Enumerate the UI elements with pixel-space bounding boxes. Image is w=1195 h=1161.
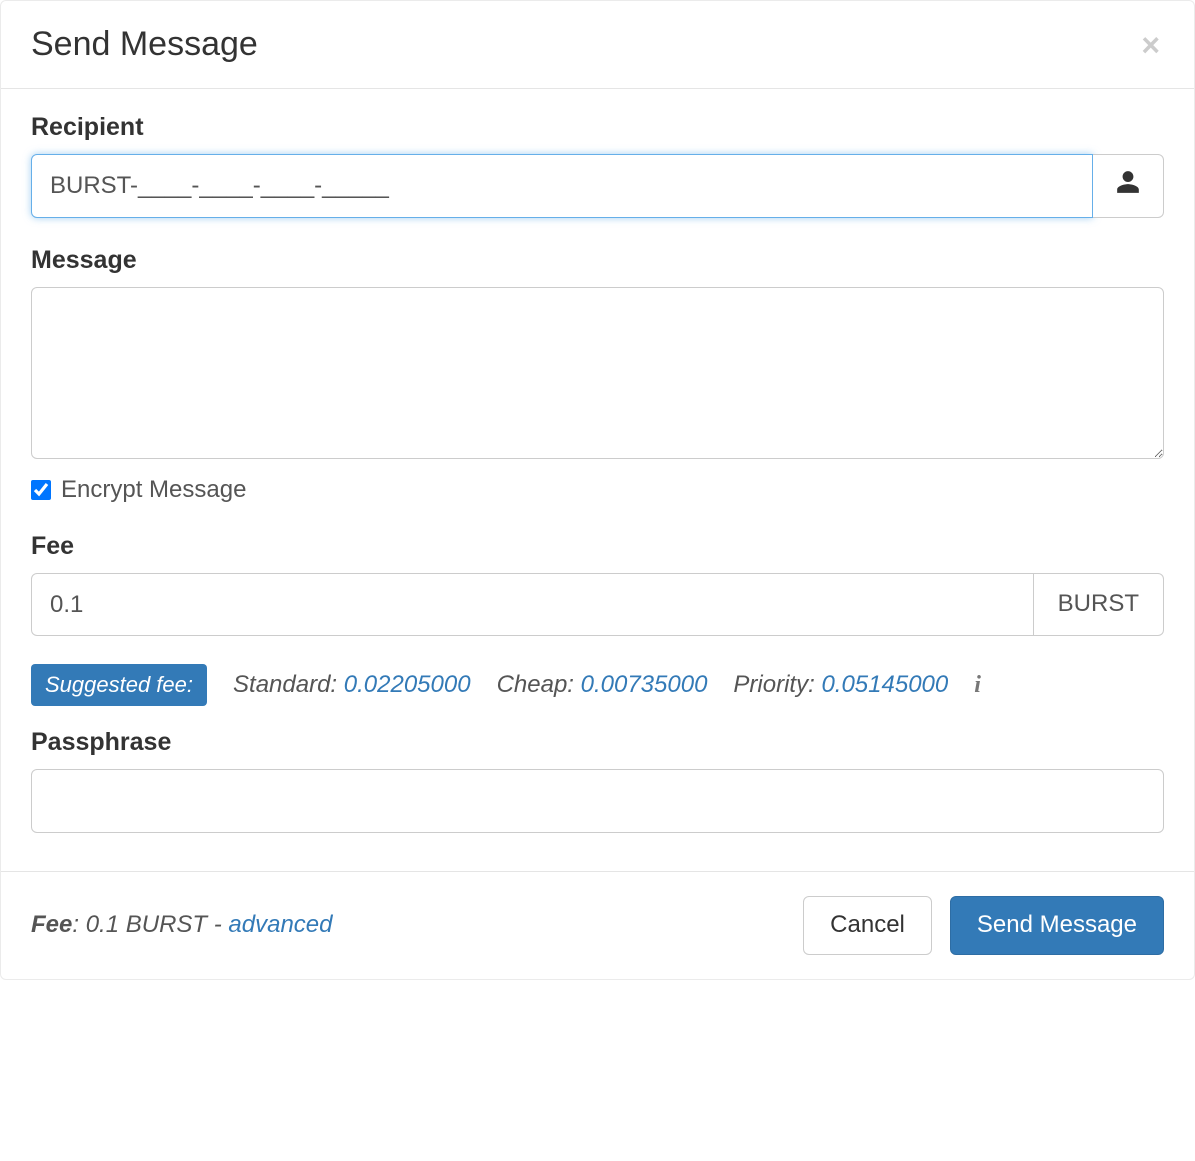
footer-fee-word: Fee [31, 911, 72, 938]
modal-header: Send Message × [1, 1, 1194, 89]
standard-fee-value[interactable]: 0.02205000 [344, 671, 471, 698]
suggested-fee-row: Suggested fee: Standard: 0.02205000 Chea… [31, 664, 1164, 706]
cheap-fee: Cheap: 0.00735000 [497, 671, 708, 699]
send-message-button[interactable]: Send Message [950, 896, 1164, 955]
passphrase-group: Passphrase [31, 728, 1164, 833]
footer-buttons: Cancel Send Message [803, 896, 1164, 955]
message-input[interactable] [31, 287, 1164, 459]
recipient-input[interactable] [31, 154, 1093, 218]
fee-input-group: BURST [31, 573, 1164, 637]
priority-fee: Priority: 0.05145000 [733, 671, 948, 699]
fee-label: Fee [31, 532, 1164, 561]
recipient-input-group [31, 154, 1164, 218]
footer-fee-text: : 0.1 BURST - [72, 911, 228, 938]
close-icon[interactable]: × [1137, 29, 1164, 61]
user-icon [1115, 169, 1141, 202]
encrypt-wrap: Encrypt Message [31, 476, 1164, 504]
send-message-modal: Send Message × Recipient Message Encrypt… [0, 0, 1195, 980]
fee-group: Fee BURST [31, 532, 1164, 637]
encrypt-label: Encrypt Message [61, 476, 246, 504]
message-label: Message [31, 246, 1164, 275]
standard-fee: Standard: 0.02205000 [233, 671, 471, 699]
recipient-label: Recipient [31, 113, 1164, 142]
modal-body: Recipient Message Encrypt Message Fee [1, 89, 1194, 871]
modal-footer: Fee: 0.1 BURST - advanced Cancel Send Me… [1, 871, 1194, 979]
advanced-link[interactable]: advanced [228, 911, 332, 938]
info-icon[interactable]: i [974, 672, 981, 699]
passphrase-label: Passphrase [31, 728, 1164, 757]
contact-picker-button[interactable] [1093, 154, 1164, 218]
modal-title: Send Message [31, 25, 258, 64]
fee-input[interactable] [31, 573, 1034, 637]
cancel-button[interactable]: Cancel [803, 896, 932, 955]
suggested-fee-badge: Suggested fee: [31, 664, 207, 706]
recipient-group: Recipient [31, 113, 1164, 218]
encrypt-checkbox[interactable] [31, 480, 51, 500]
passphrase-input[interactable] [31, 769, 1164, 833]
footer-fee-summary: Fee: 0.1 BURST - advanced [31, 911, 333, 939]
cheap-fee-value[interactable]: 0.00735000 [581, 671, 708, 698]
message-group: Message Encrypt Message [31, 246, 1164, 504]
standard-fee-label: Standard: [233, 671, 337, 698]
priority-fee-label: Priority: [733, 671, 814, 698]
fee-unit: BURST [1034, 573, 1164, 637]
cheap-fee-label: Cheap: [497, 671, 574, 698]
priority-fee-value[interactable]: 0.05145000 [821, 671, 948, 698]
